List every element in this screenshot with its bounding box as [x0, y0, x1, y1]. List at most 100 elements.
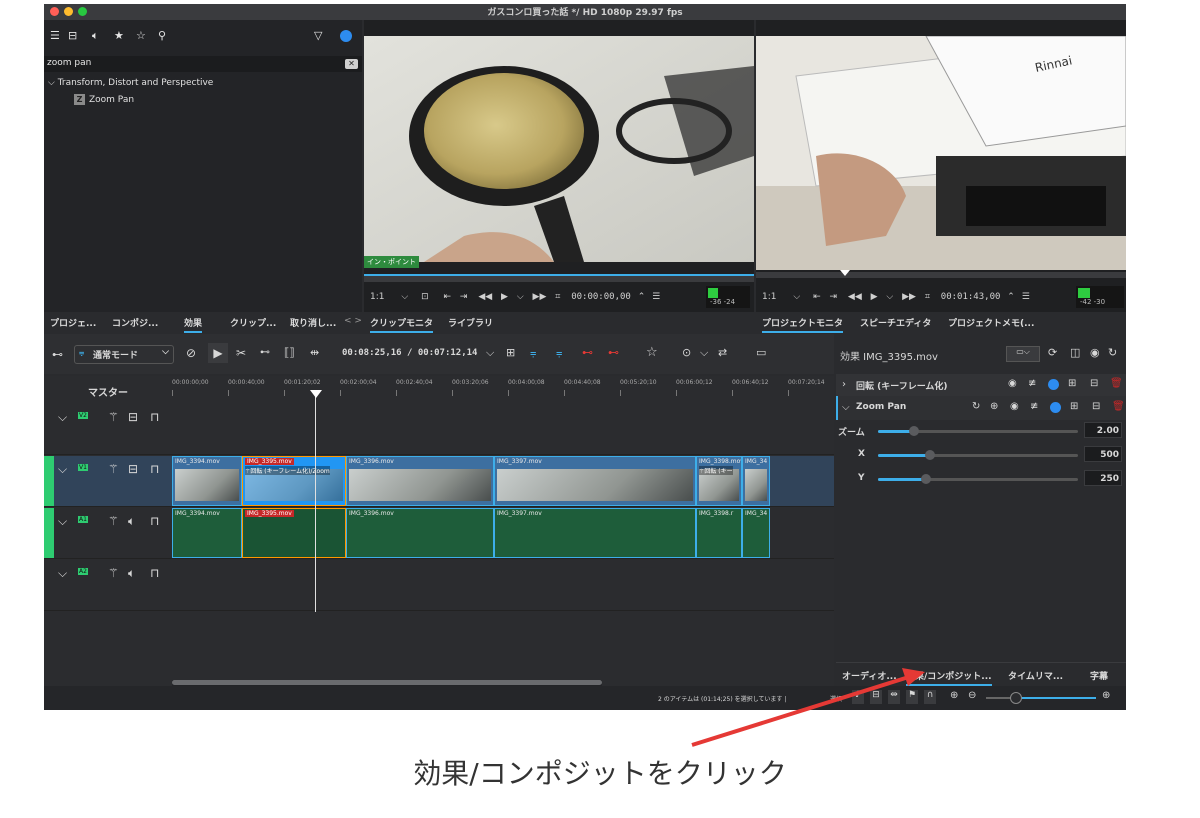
tab-effects[interactable]: 効果 [184, 316, 203, 333]
chevron-right-icon[interactable]: › [842, 379, 846, 390]
film-icon[interactable]: ⊟ [128, 410, 138, 424]
lock-icon[interactable]: ⊓ [150, 514, 159, 528]
chevron-down-icon[interactable]: ⌵ [401, 292, 408, 302]
presets-icon[interactable]: ⊟ [1090, 378, 1098, 389]
reset-icon[interactable]: ↻ [1108, 346, 1117, 359]
save-stack-icon[interactable]: ⟳ [1048, 346, 1057, 359]
overwrite-icon[interactable]: ⩦ [556, 346, 562, 360]
tab-effects-compositions[interactable]: 効果/コンポジット... [906, 669, 992, 686]
zoom-out-icon[interactable]: ⊖ [968, 690, 976, 701]
zoom-slider[interactable] [986, 692, 1096, 704]
favorites-icon[interactable]: ☆ [136, 29, 146, 42]
param-slider-handle[interactable] [925, 450, 935, 460]
rewind-icon[interactable]: ◀◀ [478, 292, 492, 302]
audio-clip[interactable]: IMG_3398.r [696, 508, 742, 558]
timeline-scrollbar[interactable] [172, 680, 602, 685]
param-value-input[interactable]: 2.00 [1084, 422, 1122, 438]
reset-icon[interactable]: ↻ [972, 401, 980, 412]
play-icon[interactable]: ▶ [871, 292, 878, 302]
param-value-input[interactable]: 500 [1084, 446, 1122, 462]
effect-row-rotate[interactable]: › 回転 (キーフレーム化) ◉ ≢ ⊞ ⊟ 🗑︎ [836, 374, 1126, 396]
keyframe-icon[interactable]: ⊞ [1068, 378, 1076, 389]
speaker-icon[interactable]: 🔈︎ [128, 514, 135, 529]
razor-toggle-icon[interactable]: ⊘ [186, 346, 196, 360]
zoom-icon[interactable]: ⊕ [990, 401, 998, 412]
spacer-icon[interactable]: ⊷ [260, 347, 270, 358]
chevron-down-icon[interactable]: ⌵ [793, 292, 800, 302]
filter-icon[interactable]: ▽ [314, 29, 322, 42]
track-header-a2[interactable]: ⌵ A2 ⚚ 🔈︎ ⊓ [44, 560, 172, 611]
video-clip[interactable]: IMG_3395.mov ⚚回転 (キーフレーム化)/Zoom [242, 456, 346, 506]
master-label[interactable]: マスター [88, 384, 128, 399]
lock-icon[interactable]: ⊓ [150, 462, 159, 476]
video-clip[interactable]: IMG_3398.mov ⚚回転 (キー [696, 456, 742, 506]
snap-icon[interactable]: ∩ [924, 690, 936, 704]
track-header-v1[interactable]: ⌵ V1 ⚚ ⊟ ⊓ [44, 456, 172, 507]
chevron-down-icon[interactable]: ⌵ [517, 292, 524, 302]
settings-icon[interactable]: ≢ [1028, 378, 1036, 389]
track-v2[interactable] [172, 404, 834, 455]
wand-icon[interactable]: ⚚ [108, 410, 119, 424]
settings-icon[interactable]: ≢ [1030, 401, 1038, 412]
search-input[interactable]: zoom pan [47, 58, 91, 68]
tab-subtitles[interactable]: 字幕 [1090, 669, 1108, 682]
clear-search-icon[interactable]: ✕ [345, 59, 358, 69]
lift-icon[interactable]: ⊷ [582, 346, 593, 359]
audio-clip[interactable]: IMG_34 [742, 508, 770, 558]
effect-row-zoom-pan[interactable]: ⌵ Zoom Pan ↻ ⊕ ◉ ≢ ⊞ ⊟ 🗑︎ [836, 396, 1126, 420]
chevron-down-icon[interactable]: ⌵ [58, 462, 67, 477]
slip-icon[interactable]: ⇹ [310, 346, 319, 359]
clip-timecode[interactable]: 00:00:00,00 [571, 292, 631, 302]
track-header-a1[interactable]: ⌵ A1 ⚚ 🔈︎ ⊓ [44, 508, 172, 559]
keyframe-icon[interactable]: ⊞ [1070, 401, 1078, 412]
cut-icon[interactable]: ✂ [236, 346, 246, 360]
fit-zoom-icon[interactable]: ⇹ [888, 690, 900, 704]
forward-icon[interactable]: ▶▶ [533, 292, 547, 302]
audio-clip[interactable]: IMG_3397.mov [494, 508, 696, 558]
loop-zone-icon[interactable]: ⌗ [555, 292, 560, 302]
menu-icon[interactable]: ☰ [1022, 292, 1030, 302]
custom-effects-icon[interactable]: ★ [114, 29, 124, 42]
info-icon[interactable] [1048, 379, 1059, 390]
eye-icon[interactable]: ◉ [1090, 346, 1100, 359]
tab-project[interactable]: プロジェ... [50, 316, 96, 329]
audio-clip[interactable]: IMG_3396.mov [346, 508, 494, 558]
chevron-down-icon[interactable]: ⌵ [486, 346, 494, 360]
chevron-down-icon[interactable]: ⌵ [886, 292, 893, 302]
tab-clip[interactable]: クリップ... [230, 316, 276, 329]
edit-mode-select[interactable]: ⩦ 通常モード ⌵ [74, 345, 174, 364]
param-slider[interactable] [878, 474, 1078, 484]
speaker-icon[interactable]: 🔈︎ [128, 566, 135, 581]
tab-speech-editor[interactable]: スピーチエディタ [860, 316, 931, 329]
chevron-down-icon[interactable]: ⌵ [700, 346, 708, 360]
audio-clip[interactable]: IMG_3395.mov [242, 508, 346, 558]
zoom-slider-handle[interactable] [1010, 692, 1022, 704]
eye-icon[interactable]: ◉ [1010, 401, 1019, 412]
track-active-marker[interactable] [44, 456, 54, 506]
track-active-marker[interactable] [44, 508, 54, 558]
set-out-icon[interactable]: ⇥ [829, 292, 837, 302]
param-slider-handle[interactable] [909, 426, 919, 436]
tab-library[interactable]: ライブラリ [448, 316, 493, 329]
track-v1[interactable]: IMG_3394.mov IMG_3395.mov ⚚回転 (キーフレーム化)/Zo… [172, 456, 834, 507]
wand-icon[interactable]: ⚚ [108, 462, 119, 476]
extract-icon[interactable]: ⊷ [608, 346, 619, 359]
forward-icon[interactable]: ▶▶ [902, 292, 916, 302]
play-icon[interactable]: ▶ [501, 292, 508, 302]
info-icon[interactable] [340, 30, 352, 42]
film-icon[interactable]: ⊟ [128, 462, 138, 476]
video-thumbs-icon[interactable]: ⊟ [870, 690, 882, 704]
insert-icon[interactable]: ⩦ [530, 346, 536, 360]
track-a2[interactable] [172, 560, 834, 611]
lock-icon[interactable]: ⊓ [150, 410, 159, 424]
snap-icon[interactable]: ⊙ [682, 346, 691, 359]
lock-icon[interactable]: ⊓ [150, 566, 159, 580]
loop-zone-icon[interactable]: ⌗ [925, 292, 930, 302]
video-clip[interactable]: IMG_34 [742, 456, 770, 506]
download-icon[interactable]: ⚲ [158, 29, 166, 42]
track-options-icon[interactable]: ⊷ [52, 348, 63, 361]
video-clip[interactable]: IMG_3394.mov [172, 456, 242, 506]
spinner-icon[interactable]: ⌃ [1007, 292, 1015, 302]
track-active-marker[interactable] [44, 560, 54, 610]
timeline-ruler[interactable]: 00:00:00;00 00:00:40;00 00:01:20;02 00:02:0… [172, 376, 834, 400]
